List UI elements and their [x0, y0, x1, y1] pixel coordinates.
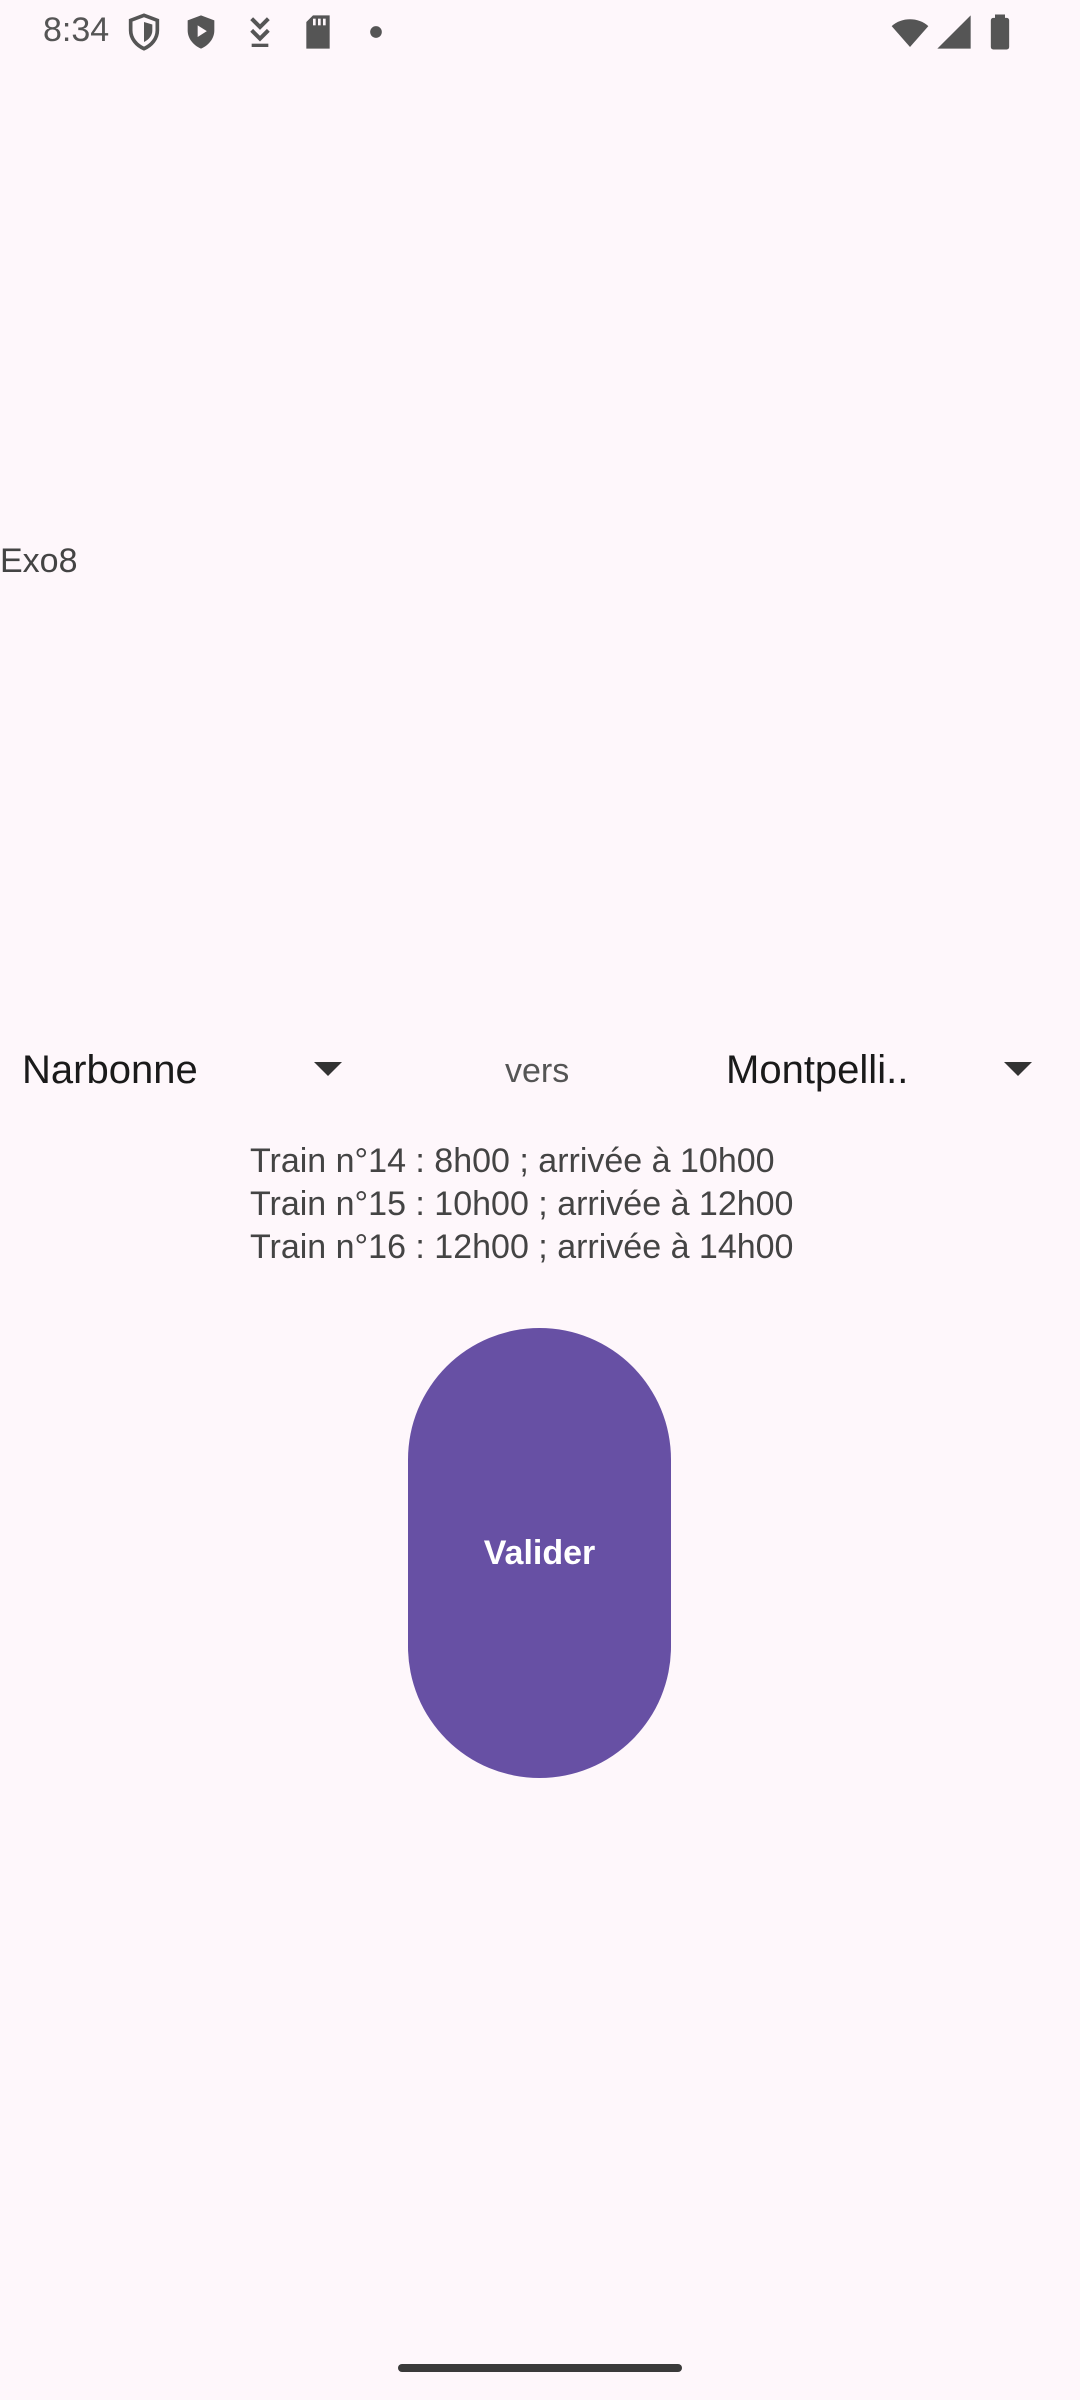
train-line: Train n°14 : 8h00 ; arrivée à 10h00: [250, 1142, 775, 1180]
signal-icon: [934, 12, 974, 52]
chevron-down-icon: [314, 1062, 342, 1076]
download-icon: [240, 12, 280, 52]
shield-icon: [124, 12, 164, 52]
chevron-down-icon: [1004, 1062, 1032, 1076]
train-line: Train n°15 : 10h00 ; arrivée à 12h00: [250, 1185, 794, 1223]
play-protect-icon: [181, 12, 221, 52]
train-schedule: Train n°14 : 8h00 ; arrivée à 10h00 Trai…: [250, 1140, 850, 1269]
route-selector: Narbonne vers Montpelli..: [0, 1030, 1080, 1110]
departure-spinner[interactable]: Narbonne: [22, 1030, 352, 1110]
status-bar: 8:34: [0, 0, 1080, 64]
sd-card-icon: [298, 12, 338, 52]
battery-icon: [980, 12, 1020, 52]
notification-dot-icon: [356, 12, 396, 52]
status-time: 8:34: [43, 11, 110, 49]
arrival-value: Montpelli..: [726, 1047, 909, 1092]
departure-value: Narbonne: [22, 1047, 198, 1092]
gesture-nav-handle[interactable]: [398, 2364, 682, 2372]
validate-button[interactable]: Valider: [408, 1328, 671, 1778]
arrival-spinner[interactable]: Montpelli..: [726, 1030, 1056, 1110]
train-line: Train n°16 : 12h00 ; arrivée à 14h00: [250, 1228, 794, 1266]
wifi-icon: [888, 12, 932, 52]
connector-label: vers: [505, 1052, 570, 1090]
app-title: Exo8: [0, 542, 78, 580]
